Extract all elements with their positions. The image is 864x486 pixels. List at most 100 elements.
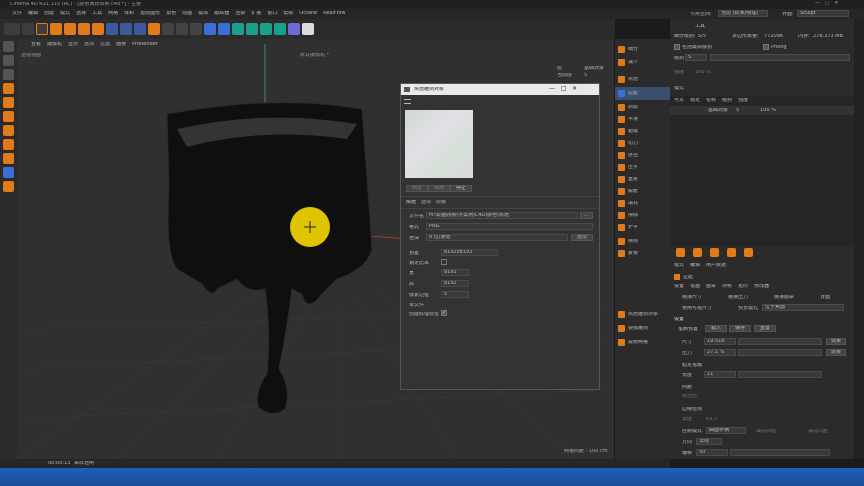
move-tool-icon[interactable] (50, 23, 62, 35)
snap-icon[interactable] (3, 139, 14, 150)
node-space-select[interactable]: 当前 (标准/物理) (718, 10, 768, 17)
select-tool-icon[interactable] (36, 23, 48, 35)
brush-tab-4[interactable]: 拓印 (738, 284, 748, 289)
menu-item-18[interactable]: RealFlow (323, 11, 345, 16)
menu-item-10[interactable]: 动画 (182, 11, 192, 16)
preview-mode-select[interactable]: 位于焦面 (762, 304, 844, 311)
sculpt-tool-5[interactable]: 平滑 (615, 113, 670, 126)
subdivision-icon[interactable] (232, 23, 244, 35)
length-field[interactable]: 11 (704, 371, 736, 378)
lock-ratio-checkbox[interactable] (441, 259, 447, 265)
sculpt-tool-7[interactable]: 切刀 (615, 137, 670, 150)
merge-layer-icon[interactable] (727, 248, 736, 257)
y-axis-icon[interactable] (120, 23, 132, 35)
tab-options[interactable]: 选项 (421, 200, 431, 205)
menu-item-16[interactable]: 帮助 (283, 11, 293, 16)
save-preset-button[interactable]: 保存 (729, 325, 751, 332)
sculpt-tool-6[interactable]: 蜡模 (615, 125, 670, 138)
sculpt-action-0[interactable]: 烘焙雕刻对象 (615, 308, 670, 321)
format-select[interactable]: PNG (426, 223, 593, 230)
menu-item-4[interactable]: 选择 (76, 11, 86, 16)
offset-slider[interactable] (730, 449, 830, 456)
render-picture-icon[interactable] (176, 23, 188, 35)
menu-item-13[interactable]: 渲染 (235, 11, 245, 16)
size-field[interactable]: 19.516 (704, 338, 736, 345)
options-button[interactable]: 选项 (571, 234, 593, 241)
menu-item-11[interactable]: 模拟 (198, 11, 208, 16)
depth-select[interactable]: 8 位/通道 (426, 234, 568, 241)
menu-item-6[interactable]: 网格 (108, 11, 118, 16)
workplane-icon[interactable] (3, 167, 14, 178)
rotate-tool-icon[interactable] (78, 23, 90, 35)
sculpt-tool-8[interactable]: 挤捏 (615, 149, 670, 162)
menu-item-5[interactable]: 工具 (92, 11, 102, 16)
sculpt-tool-0[interactable]: 细分 (615, 43, 670, 56)
deformer-icon[interactable] (260, 23, 272, 35)
sculpt-action-1[interactable]: 镜像雕刻 (615, 322, 670, 335)
pixel-border-field[interactable]: 5 (441, 291, 469, 298)
sculpt-tool-12[interactable]: 填充 (615, 197, 670, 210)
include-top-checkbox[interactable] (674, 44, 680, 50)
sculpt-tool-14[interactable]: 铲平 (615, 221, 670, 234)
sculpt-tool-9[interactable]: 压平 (615, 161, 670, 174)
environment-icon[interactable] (274, 23, 286, 35)
stop-button[interactable]: 停止 (450, 185, 472, 192)
height-field[interactable]: 8192 (441, 280, 469, 287)
dialog-menu-icon[interactable] (404, 99, 411, 104)
width-field[interactable]: 8192 (441, 269, 469, 276)
sculpt-tool-13[interactable]: 擦除 (615, 209, 670, 222)
brush-tab-3[interactable]: 对称 (722, 284, 732, 289)
size-effect-button[interactable]: 效果 (826, 338, 846, 345)
edges-mode-icon[interactable] (3, 97, 14, 108)
points-mode-icon[interactable] (3, 83, 14, 94)
phong-checkbox[interactable] (763, 44, 769, 50)
size-slider[interactable] (738, 338, 822, 345)
menu-item-12[interactable]: 跟踪器 (214, 11, 229, 16)
sculpt-tool-2[interactable]: 烘焙 (615, 73, 670, 86)
sculpt-tool-10[interactable]: 重复 (615, 173, 670, 186)
make-editable-icon[interactable] (3, 41, 14, 52)
tab-bake[interactable]: 烘焙 (406, 200, 416, 205)
sculpt-tool-15[interactable]: 擦除 (615, 235, 670, 248)
create-tag-checkbox[interactable]: ✓ (441, 310, 447, 316)
polygons-mode-icon[interactable] (3, 111, 14, 122)
brush-menu-item-2[interactable]: 用户数据 (706, 263, 726, 268)
menu-item-3[interactable]: 模式 (60, 11, 70, 16)
level-slider[interactable] (710, 54, 850, 61)
menu-item-7[interactable]: 体积 (124, 11, 134, 16)
pressure-effect-button[interactable]: 效果 (826, 349, 846, 356)
menu-item-2[interactable]: 创建 (44, 11, 54, 16)
pressure-slider[interactable] (738, 349, 822, 356)
load-preset-button[interactable]: 载入 (705, 325, 727, 332)
redo-icon[interactable] (22, 23, 34, 35)
menu-item-9[interactable]: 角色 (166, 11, 176, 16)
offset-field[interactable]: 50 (696, 449, 728, 456)
layout-select[interactable]: Sculpt (797, 10, 849, 17)
dialog-window-controls[interactable]: — □ ✕ (549, 86, 577, 92)
menu-item-14[interactable]: 扩展 (251, 11, 261, 16)
coord-system-icon[interactable] (148, 23, 160, 35)
render-settings-icon[interactable] (190, 23, 202, 35)
brush-menu-item-0[interactable]: 模式 (674, 263, 684, 268)
scale-tool-icon[interactable] (64, 23, 76, 35)
menu-item-8[interactable]: 运动图形 (140, 11, 160, 16)
sculpt-action-2[interactable]: 投射网格 (615, 336, 670, 349)
recent-tool-icon[interactable] (92, 23, 104, 35)
axis-mode-icon[interactable] (3, 125, 14, 136)
brush-tab-5[interactable]: 修改器 (754, 284, 769, 289)
sculpt-tool-11[interactable]: 膨胀 (615, 185, 670, 198)
add-folder-icon[interactable] (693, 248, 702, 257)
reset-preset-button[interactable]: 重置 (754, 325, 776, 332)
array-icon[interactable] (246, 23, 258, 35)
window-controls[interactable]: — □ ✕ (815, 1, 838, 6)
brush-tab-2[interactable]: 图章 (706, 284, 716, 289)
brush-menu-item-1[interactable]: 编辑 (690, 263, 700, 268)
preview-button[interactable]: 预览 (406, 185, 428, 192)
mask-layer-icon[interactable] (710, 248, 719, 257)
render-view-icon[interactable] (162, 23, 174, 35)
pen-icon[interactable] (218, 23, 230, 35)
sculpt-tool-4[interactable]: 抓取 (615, 101, 670, 114)
camera-icon[interactable] (288, 23, 300, 35)
layer-row[interactable]: 基础对象 5 100 % (670, 106, 854, 115)
direction-select[interactable]: 法线 (696, 438, 722, 445)
